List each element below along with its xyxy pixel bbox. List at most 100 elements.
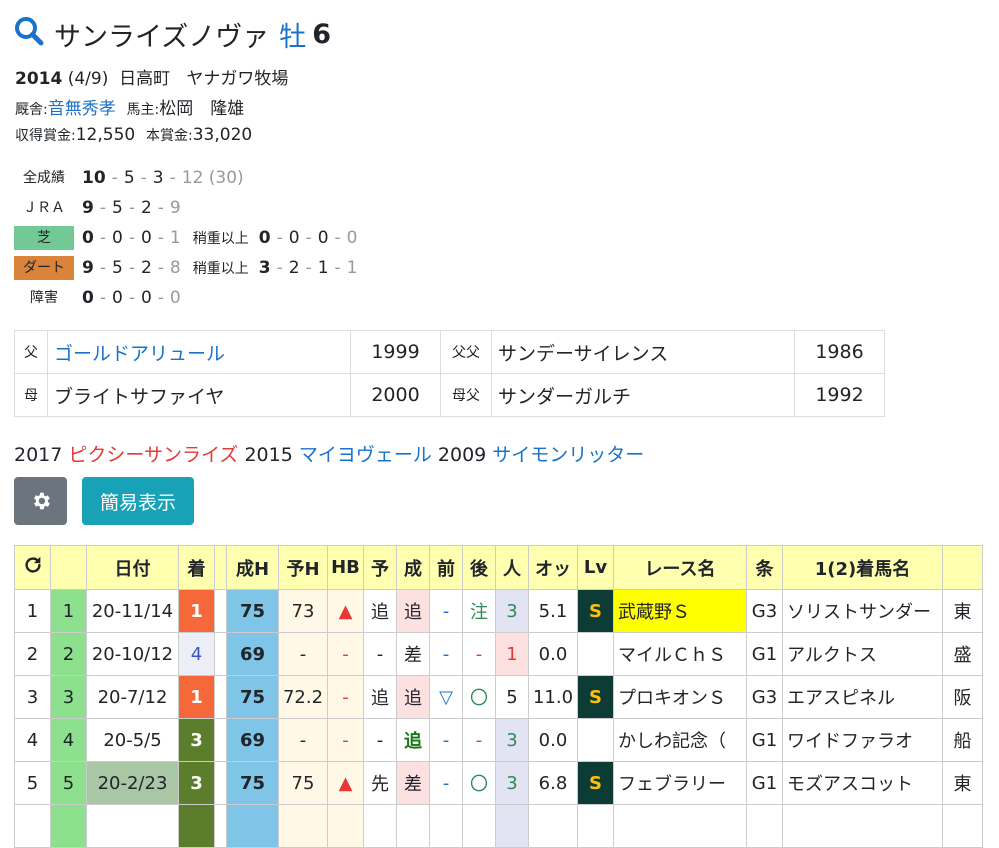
- row-position: 1: [178, 589, 215, 633]
- header-rating[interactable]: 成H: [226, 545, 279, 590]
- horse-sex: 牡: [279, 21, 307, 53]
- record-other: 0: [169, 288, 181, 308]
- record-label: 障害: [30, 290, 58, 306]
- row-rating: 75: [226, 761, 279, 805]
- row-popularity: [495, 804, 529, 848]
- row-front: [429, 804, 463, 848]
- header-popularity[interactable]: 人: [495, 545, 529, 590]
- row-grade: G1: [746, 632, 783, 676]
- row-position: 4: [178, 632, 215, 676]
- record-label: 芝: [14, 226, 74, 250]
- header-back[interactable]: 後: [462, 545, 496, 590]
- row-level: [577, 632, 614, 676]
- row-hb: -: [327, 675, 364, 719]
- row-hb: -: [327, 718, 364, 762]
- row-race-name[interactable]: かしわ記念（: [613, 718, 747, 762]
- mf-name: サンダーガルチ: [491, 373, 795, 417]
- record-second: 0: [288, 228, 300, 248]
- row-pred-rating: [278, 804, 328, 848]
- sibling-link[interactable]: サイモンリッター: [492, 444, 644, 466]
- row-race-name[interactable]: 武蔵野Ｓ: [613, 589, 747, 633]
- header-pred-style[interactable]: 予: [363, 545, 397, 590]
- row-level: S: [577, 675, 614, 719]
- row-gate: 2: [50, 632, 87, 676]
- row-odds: 5.1: [528, 589, 578, 633]
- record-second: 2: [288, 258, 300, 278]
- header-winner[interactable]: 1(2)着馬名: [782, 545, 943, 590]
- sibling-link[interactable]: ピクシーサンライズ: [68, 444, 238, 466]
- record-third: 2: [140, 198, 152, 218]
- record-label: ＪＲＡ: [23, 200, 65, 216]
- record-second: 0: [111, 228, 123, 248]
- owner-label: 馬主:: [126, 102, 160, 118]
- table-row[interactable]: [14, 804, 983, 848]
- row-back: 〇: [462, 675, 496, 719]
- birth-date: (4/9): [67, 69, 109, 89]
- header-odds[interactable]: オッ: [528, 545, 578, 590]
- row-winner[interactable]: ワイドファラオ: [782, 718, 943, 762]
- row-race-name[interactable]: マイルＣｈＳ: [613, 632, 747, 676]
- row-pred-rating: 72.2: [278, 675, 328, 719]
- record-second: 5: [111, 258, 123, 278]
- table-row[interactable]: 4 4 20-5/5 3 69 - - - 追 - - 3 0.0 かしわ記念（…: [14, 718, 983, 762]
- row-race-name[interactable]: プロキオンＳ: [613, 675, 747, 719]
- header-level[interactable]: Lv: [577, 545, 614, 590]
- siblings-list: 2017 ピクシーサンライズ 2015 マイヨヴェール 2009 サイモンリッター: [14, 440, 644, 467]
- row-style: 差: [396, 632, 430, 676]
- header-more: [942, 545, 983, 590]
- row-winner[interactable]: アルクトス: [782, 632, 943, 676]
- row-pred-style: -: [363, 718, 397, 762]
- settings-button[interactable]: [14, 477, 67, 525]
- record-label: ダート: [14, 256, 74, 280]
- row-winner[interactable]: エアスピネル: [782, 675, 943, 719]
- row-level: S: [577, 589, 614, 633]
- record-block: 全成績 10- 5- 3- 12 (30) ＪＲＡ 9- 5- 2- 9 芝 0…: [14, 163, 358, 313]
- row-odds: 11.0: [528, 675, 578, 719]
- record-wins: 9: [82, 198, 94, 218]
- row-level: S: [577, 761, 614, 805]
- row-winner[interactable]: ソリストサンダー: [782, 589, 943, 633]
- header-style[interactable]: 成: [396, 545, 430, 590]
- table-row[interactable]: 5 5 20-2/23 3 75 75 ▲ 先 差 - 〇 3 6.8 S フェ…: [14, 761, 983, 805]
- row-race-name[interactable]: フェブラリー: [613, 761, 747, 805]
- earnings-label: 収得賞金:: [15, 128, 76, 144]
- row-popularity: 5: [495, 675, 529, 719]
- row-date: 20-5/5: [86, 718, 179, 762]
- table-row[interactable]: 1 1 20-11/14 1 75 73 ▲ 追 追 - 注 3 5.1 S 武…: [14, 589, 983, 633]
- header-front[interactable]: 前: [429, 545, 463, 590]
- header-pos[interactable]: 着: [178, 545, 215, 590]
- trainer-link[interactable]: 音無秀孝: [48, 99, 116, 119]
- refresh-header[interactable]: [14, 545, 51, 590]
- header-hb[interactable]: HB: [327, 545, 364, 590]
- mother-label: 母: [14, 373, 48, 417]
- row-hb: [327, 804, 364, 848]
- row-number: 5: [14, 761, 51, 805]
- header-race-name[interactable]: レース名: [613, 545, 747, 590]
- record-second: 5: [111, 198, 123, 218]
- row-more: 東: [942, 589, 983, 633]
- row-spacer: [214, 589, 227, 633]
- row-position: 3: [178, 761, 215, 805]
- row-style: 差: [396, 761, 430, 805]
- refresh-icon[interactable]: [22, 554, 44, 576]
- header-pred-rating[interactable]: 予H: [278, 545, 328, 590]
- row-winner[interactable]: モズアスコット: [782, 761, 943, 805]
- horse-age: 6: [312, 18, 331, 50]
- sibling-link[interactable]: マイヨヴェール: [299, 444, 432, 466]
- header-grade[interactable]: 条: [746, 545, 783, 590]
- row-grade: G3: [746, 589, 783, 633]
- father-link[interactable]: ゴールドアリュール: [54, 343, 225, 365]
- record-total: (30): [208, 168, 244, 188]
- row-front: -: [429, 632, 463, 676]
- record-other: 8: [169, 258, 181, 278]
- row-popularity: 3: [495, 589, 529, 633]
- row-gate: 4: [50, 718, 87, 762]
- simple-view-button[interactable]: 簡易表示: [82, 477, 194, 525]
- prize: 33,020: [192, 125, 253, 145]
- header-date[interactable]: 日付: [86, 545, 179, 590]
- table-row[interactable]: 2 2 20-10/12 4 69 - - - 差 - - 1 0.0 マイルＣ…: [14, 632, 983, 676]
- record-wins: 0: [82, 288, 94, 308]
- row-hb: -: [327, 632, 364, 676]
- table-row[interactable]: 3 3 20-7/12 1 75 72.2 - 追 追 ▽ 〇 5 11.0 S…: [14, 675, 983, 719]
- search-icon[interactable]: [14, 16, 44, 53]
